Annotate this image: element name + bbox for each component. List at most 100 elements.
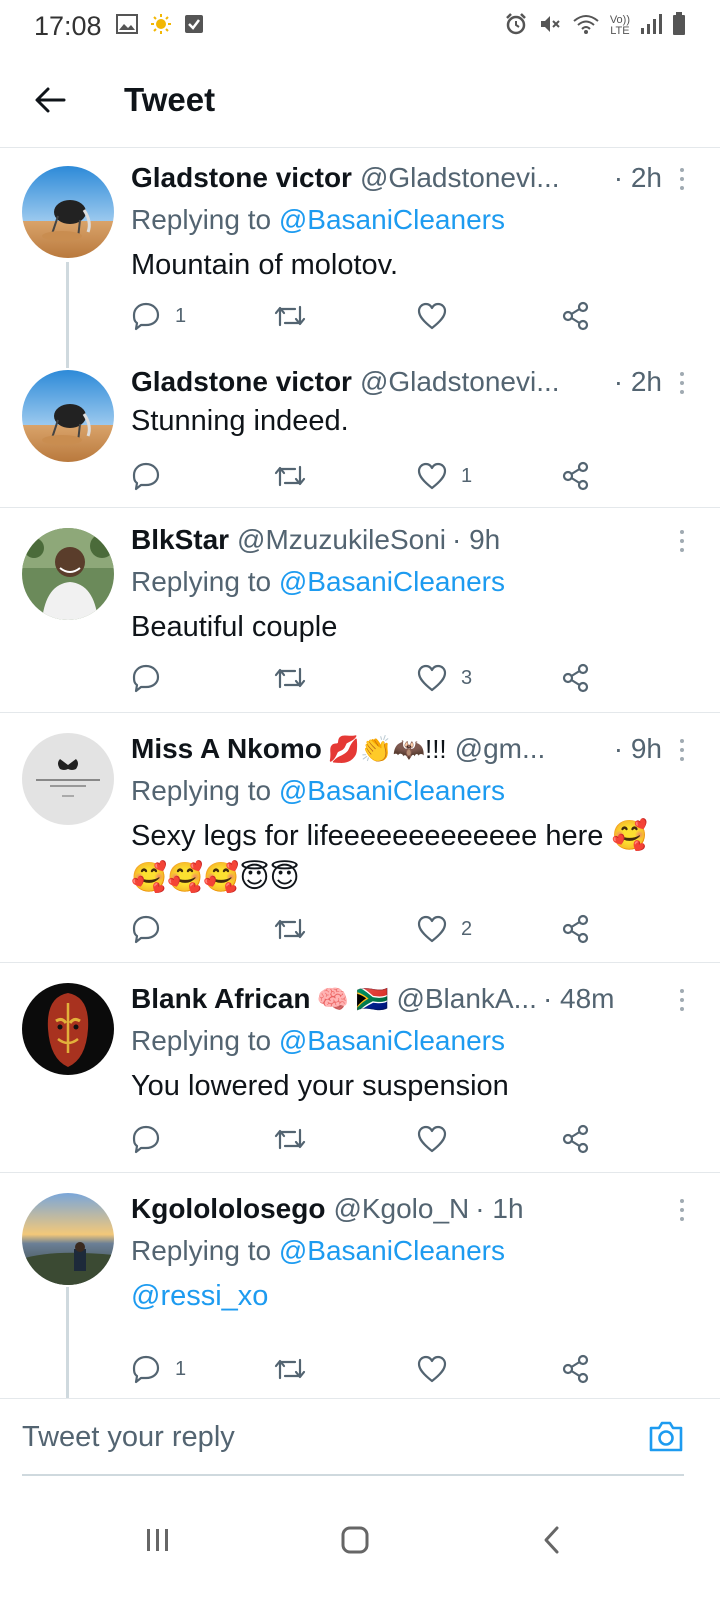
name-emojis: 💋👏🦇!!! [327,734,447,764]
author-handle[interactable]: @gm... [455,731,546,767]
tweet-actions: 1 [131,1349,611,1389]
home-button[interactable] [325,1510,385,1570]
more-options-button[interactable] [670,983,694,1017]
recents-icon [147,1529,168,1551]
retweet-button[interactable] [273,463,321,489]
avatar[interactable] [22,370,114,462]
camera-button[interactable] [648,1419,684,1458]
avatar[interactable] [22,528,114,620]
avatar[interactable] [22,1193,114,1285]
retweet-button[interactable] [273,916,321,942]
share-button[interactable] [561,1354,591,1384]
tweet-time: · 2h [613,162,662,193]
tweet-actions: 2 [131,909,611,949]
back-button[interactable] [20,70,80,130]
like-button[interactable] [417,1125,461,1153]
avatar[interactable] [22,983,114,1075]
replying-mention-link[interactable]: @BasaniCleaners [279,566,505,597]
reply-icon [132,1355,160,1384]
more-options-button[interactable] [670,733,694,767]
author-name[interactable]: Miss A Nkomo [131,731,322,767]
reply-button[interactable]: 1 [131,301,186,331]
more-options-button[interactable] [670,524,694,558]
tweet-text-line: Sexy legs for lifeeeeeeeeeeeee here 🥰 [131,820,648,852]
reply-button[interactable] [131,461,175,491]
author-handle[interactable]: @BlankA... [396,981,536,1017]
retweet-button[interactable] [273,1126,321,1152]
replying-mention-link[interactable]: @BasaniCleaners [279,1235,505,1266]
tweet-item[interactable]: BlkStar @MzuzukileSoni · 9h Replying to … [0,508,720,713]
share-button[interactable] [561,461,591,491]
tweet-text: Stunning indeed. [131,405,349,437]
tweet-time: · 48m [542,983,615,1014]
replying-prefix: Replying to [131,1025,279,1056]
author-name[interactable]: BlkStar [131,522,229,558]
like-button[interactable]: 2 [417,915,472,943]
replying-prefix: Replying to [131,775,279,806]
author-handle[interactable]: @MzuzukileSoni [237,522,446,558]
camera-icon [649,1421,683,1452]
sun-icon [150,13,172,40]
share-button[interactable] [561,1124,591,1154]
recents-button[interactable] [128,1510,188,1570]
reply-input[interactable]: Tweet your reply [22,1421,235,1454]
page-title: Tweet [124,80,216,118]
tweet-item[interactable]: Miss A Nkomo 💋👏🦇!!! @gm... · 9h Replying… [0,713,720,963]
author-name[interactable]: Blank African [131,981,310,1017]
more-options-button[interactable] [670,366,694,400]
like-button[interactable] [417,1355,461,1383]
tweet-item[interactable]: Kgolololosego @Kgolo_N · 1h Replying to … [0,1173,720,1398]
retweet-icon [274,667,306,689]
tweet-actions [131,1119,611,1159]
retweet-button[interactable] [273,303,321,329]
share-icon [562,461,589,491]
volte-icon: Vo)) LTE [609,14,630,37]
author-name[interactable]: Gladstone victor [131,364,352,400]
battery-icon [672,11,686,41]
signal-icon [640,13,662,40]
retweet-button[interactable] [273,665,321,691]
author-handle[interactable]: @Gladstonevi... [360,160,560,196]
like-button[interactable]: 1 [417,462,472,490]
reply-feed: Gladstone victor @Gladstonevi... · 2h Re… [0,148,720,1398]
composer-underline [22,1474,684,1476]
replying-mention-link[interactable]: @BasaniCleaners [279,1025,505,1056]
reply-button[interactable]: 1 [131,1354,186,1384]
tweet-item[interactable]: Gladstone victor @Gladstonevi... · 2h St… [0,360,720,508]
more-options-button[interactable] [670,162,694,196]
author-name[interactable]: Gladstone victor [131,160,352,196]
like-button[interactable]: 3 [417,664,472,692]
avatar[interactable] [22,733,114,825]
replying-to: Replying to @BasaniCleaners [131,564,700,600]
back-nav-button[interactable] [522,1510,582,1570]
tweet-item[interactable]: Blank African 🧠 🇿🇦 @BlankA... · 48m Repl… [0,963,720,1173]
tweet-actions: 1 [131,456,611,496]
tweet-item[interactable]: Gladstone victor @Gladstonevi... · 2h Re… [0,148,720,368]
like-button[interactable] [417,302,461,330]
reply-button[interactable] [131,914,175,944]
share-button[interactable] [561,914,591,944]
share-button[interactable] [561,663,591,693]
share-button[interactable] [561,301,591,331]
tweet-text-line: 🥰🥰🥰😇😇 [131,862,300,894]
author-handle[interactable]: @Gladstonevi... [360,364,560,400]
thread-line [66,262,69,368]
home-icon [341,1526,369,1554]
reply-button[interactable] [131,1124,175,1154]
like-count: 2 [461,917,473,940]
reply-icon [132,915,160,944]
replying-mention-link[interactable]: @BasaniCleaners [279,204,505,235]
reply-button[interactable] [131,663,175,693]
tweet-time: · 1h [475,1193,524,1224]
retweet-button[interactable] [273,1356,321,1382]
author-handle[interactable]: @Kgolo_N [333,1191,469,1227]
replying-mention-link[interactable]: @BasaniCleaners [279,775,505,806]
check-box-icon [184,14,204,39]
more-options-button[interactable] [670,1193,694,1227]
mention-link[interactable]: @ressi_xo [131,1280,268,1312]
avatar[interactable] [22,166,114,258]
author-name[interactable]: Kgolololosego [131,1191,325,1227]
tweet-time: · 9h [452,524,501,555]
reply-count: 1 [175,304,187,327]
reply-composer: Tweet your reply [0,1398,720,1476]
